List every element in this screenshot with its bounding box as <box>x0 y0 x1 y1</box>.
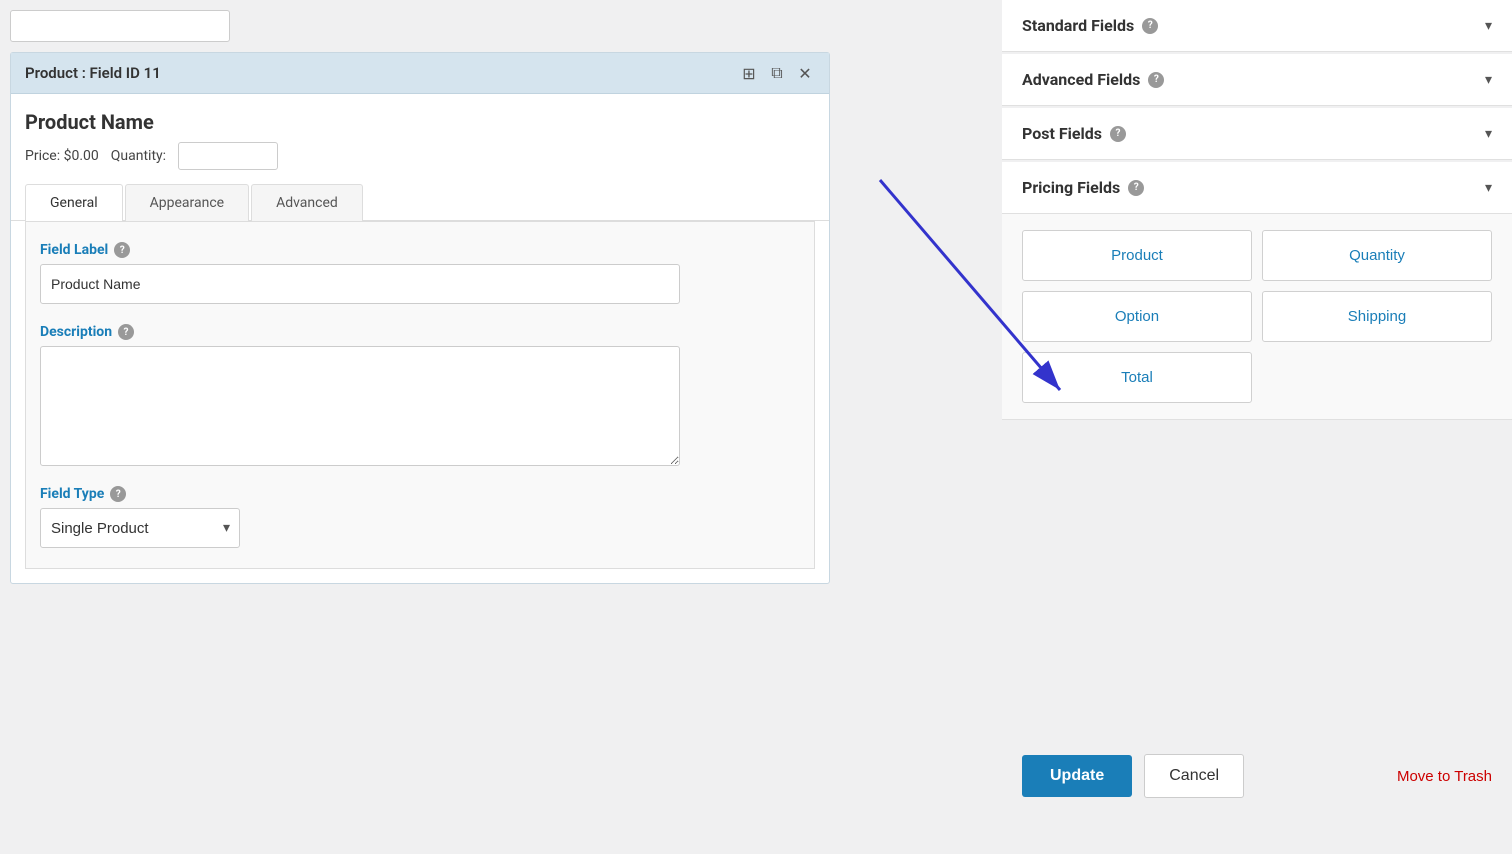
advanced-fields-help-icon[interactable]: ? <box>1148 72 1164 88</box>
pricing-fields-help-icon[interactable]: ? <box>1128 180 1144 196</box>
accordion-pricing-fields: Pricing Fields ? ▾ Product Quantity Opti… <box>1002 162 1512 420</box>
copy-icon[interactable]: ⧉ <box>767 63 787 83</box>
product-preview-heading: Product Name <box>11 94 829 138</box>
tab-advanced[interactable]: Advanced <box>251 184 363 221</box>
field-card: Product : Field ID 11 ⊞ ⧉ ✕ Product Name… <box>10 52 830 584</box>
field-type-help-icon[interactable]: ? <box>110 486 126 502</box>
standard-fields-arrow-icon: ▾ <box>1485 18 1492 34</box>
post-fields-arrow-icon: ▾ <box>1485 126 1492 142</box>
pricing-btn-total[interactable]: Total <box>1022 352 1252 403</box>
field-label-label: Field Label ? <box>40 242 800 258</box>
description-help-icon[interactable]: ? <box>118 324 134 340</box>
standard-fields-title: Standard Fields ? <box>1022 16 1158 35</box>
field-card-title: Product : Field ID 11 <box>25 64 161 82</box>
accordion-post-fields: Post Fields ? ▾ <box>1002 108 1512 160</box>
post-fields-help-icon[interactable]: ? <box>1110 126 1126 142</box>
quantity-label: Quantity: <box>111 148 166 164</box>
standard-fields-header[interactable]: Standard Fields ? ▾ <box>1002 0 1512 51</box>
field-card-header: Product : Field ID 11 ⊞ ⧉ ✕ <box>11 53 829 94</box>
pricing-grid-row2: Option Shipping <box>1022 291 1492 342</box>
pricing-btn-product[interactable]: Product <box>1022 230 1252 281</box>
field-card-actions: ⊞ ⧉ ✕ <box>739 63 815 83</box>
advanced-fields-arrow-icon: ▾ <box>1485 72 1492 88</box>
field-type-select-wrapper: Single Product Product Option ▾ <box>40 508 240 548</box>
field-type-label: Field Type ? <box>40 486 800 502</box>
description-label: Description ? <box>40 324 800 340</box>
move-to-trash-button[interactable]: Move to Trash <box>1397 768 1492 785</box>
advanced-fields-header[interactable]: Advanced Fields ? ▾ <box>1002 54 1512 105</box>
description-textarea[interactable] <box>40 346 680 466</box>
cancel-button[interactable]: Cancel <box>1144 754 1244 798</box>
pricing-btn-quantity[interactable]: Quantity <box>1262 230 1492 281</box>
accordion-advanced-fields: Advanced Fields ? ▾ <box>1002 54 1512 106</box>
accordion-standard-fields: Standard Fields ? ▾ <box>1002 0 1512 52</box>
tab-general[interactable]: General <box>25 184 123 221</box>
pricing-fields-header[interactable]: Pricing Fields ? ▾ <box>1002 162 1512 213</box>
move-icon[interactable]: ⊞ <box>739 63 759 83</box>
advanced-fields-title: Advanced Fields ? <box>1022 70 1164 89</box>
right-panel: Standard Fields ? ▾ Advanced Fields ? ▾ … <box>1002 0 1512 854</box>
post-fields-header[interactable]: Post Fields ? ▾ <box>1002 108 1512 159</box>
field-label-help-icon[interactable]: ? <box>114 242 130 258</box>
pricing-grid-row3: Total <box>1022 352 1492 403</box>
pricing-btn-option[interactable]: Option <box>1022 291 1252 342</box>
pricing-fields-title: Pricing Fields ? <box>1022 178 1144 197</box>
form-content: Field Label ? Description ? Field Type ?… <box>25 221 815 569</box>
pricing-fields-expanded: Product Quantity Option Shipping Total <box>1002 213 1512 419</box>
top-input-area <box>0 0 840 52</box>
post-fields-title: Post Fields ? <box>1022 124 1126 143</box>
field-type-select[interactable]: Single Product Product Option <box>40 508 240 548</box>
pricing-grid-row1: Product Quantity <box>1022 230 1492 281</box>
left-panel: Product : Field ID 11 ⊞ ⧉ ✕ Product Name… <box>0 0 840 854</box>
pricing-fields-arrow-icon: ▾ <box>1485 180 1492 196</box>
price-quantity-row: Price: $0.00 Quantity: <box>11 138 829 184</box>
top-input-box[interactable] <box>10 10 230 42</box>
price-label: Price: $0.00 <box>25 148 99 164</box>
update-button[interactable]: Update <box>1022 755 1132 797</box>
pricing-btn-shipping[interactable]: Shipping <box>1262 291 1492 342</box>
action-bar: Update Cancel Move to Trash <box>1002 738 1512 814</box>
quantity-input[interactable] <box>178 142 278 170</box>
tabs-row: General Appearance Advanced <box>11 184 829 221</box>
field-label-input[interactable] <box>40 264 680 304</box>
close-icon[interactable]: ✕ <box>795 63 815 83</box>
standard-fields-help-icon[interactable]: ? <box>1142 18 1158 34</box>
tab-appearance[interactable]: Appearance <box>125 184 249 221</box>
